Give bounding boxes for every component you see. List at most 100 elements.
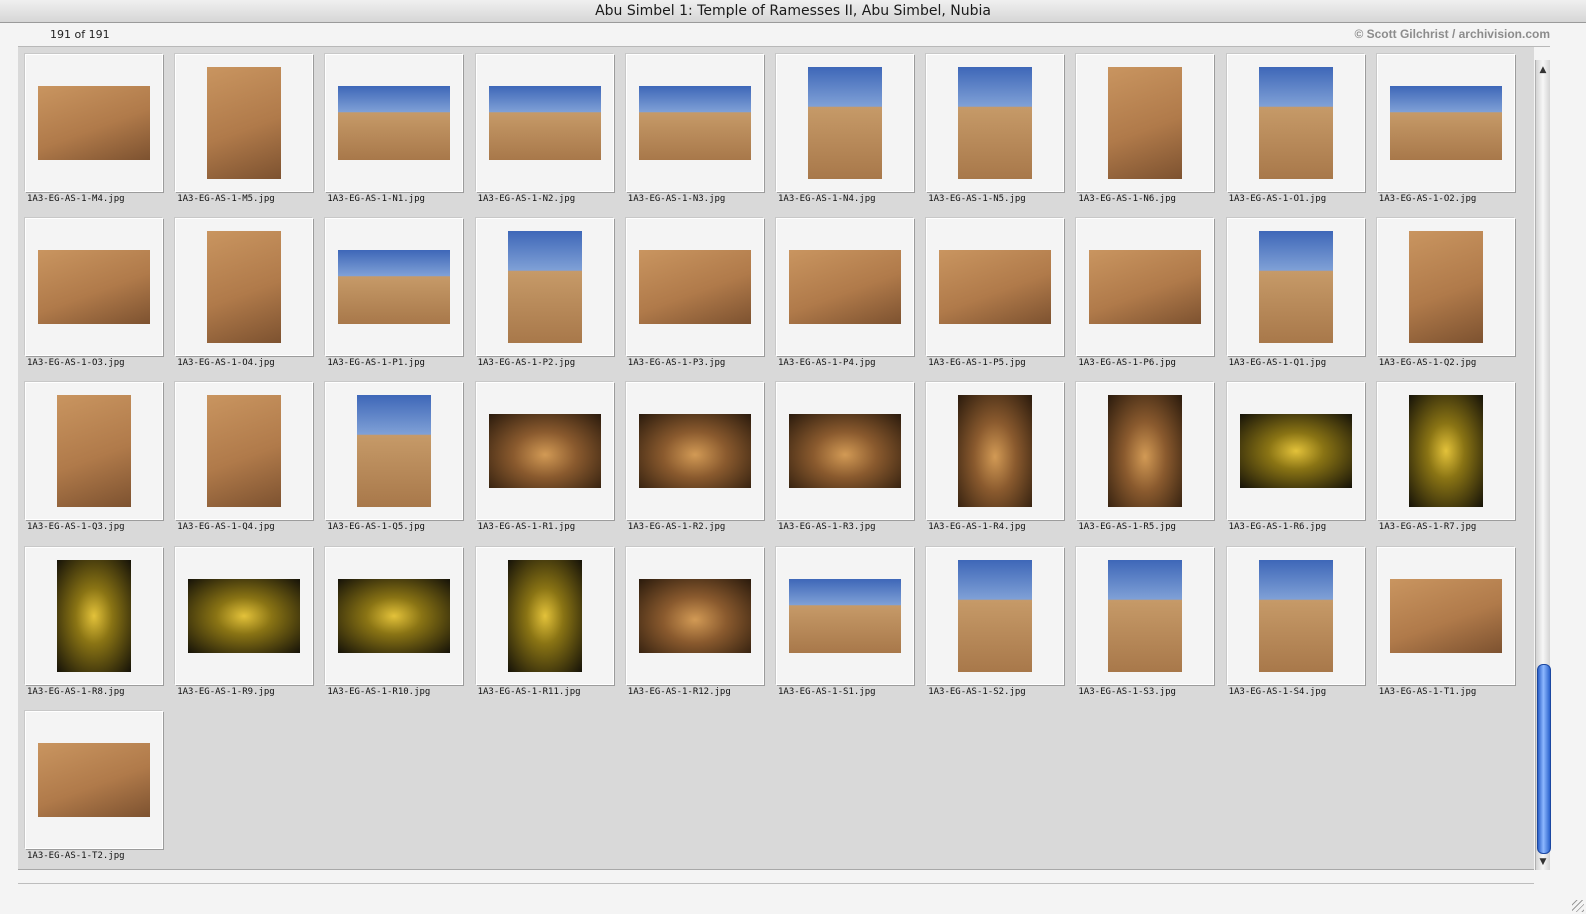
thumbnail-frame[interactable]	[475, 546, 614, 685]
thumbnail-image[interactable]	[1239, 414, 1352, 489]
thumbnail-item[interactable]: 1A3-EG-AS-1-O2.jpg	[1371, 48, 1521, 212]
thumbnail-frame[interactable]	[175, 546, 314, 685]
thumbnail-item[interactable]: 1A3-EG-AS-1-R11.jpg	[470, 541, 620, 705]
thumbnail-image[interactable]	[638, 86, 751, 160]
thumbnail-image[interactable]	[638, 414, 751, 489]
thumbnail-image[interactable]	[207, 395, 282, 508]
thumbnail-item[interactable]: 1A3-EG-AS-1-R6.jpg	[1221, 376, 1371, 540]
thumbnail-item[interactable]: 1A3-EG-AS-1-M5.jpg	[169, 48, 319, 212]
thumbnail-frame[interactable]	[1376, 218, 1515, 357]
thumbnail-image[interactable]	[38, 250, 150, 325]
thumbnail-image[interactable]	[939, 250, 1052, 325]
thumbnail-image[interactable]	[1408, 231, 1483, 344]
resize-grip-icon[interactable]	[1572, 900, 1584, 912]
thumbnail-frame[interactable]	[475, 382, 614, 521]
thumbnail-frame[interactable]	[25, 382, 163, 521]
thumbnail-item[interactable]: 1A3-EG-AS-1-S4.jpg	[1221, 541, 1371, 705]
thumbnail-frame[interactable]	[325, 546, 464, 685]
thumbnail-frame[interactable]	[175, 54, 314, 192]
thumbnail-frame[interactable]	[1076, 382, 1215, 521]
thumbnail-image[interactable]	[488, 414, 601, 489]
thumbnail-item[interactable]: 1A3-EG-AS-1-O3.jpg	[19, 212, 169, 376]
thumbnail-image[interactable]	[958, 395, 1033, 508]
thumbnail-image[interactable]	[1258, 67, 1333, 179]
thumbnail-item[interactable]: 1A3-EG-AS-1-O1.jpg	[1221, 48, 1371, 212]
thumbnail-image[interactable]	[1389, 578, 1502, 653]
thumbnail-frame[interactable]	[926, 382, 1065, 521]
thumbnail-item[interactable]: 1A3-EG-AS-1-R10.jpg	[319, 541, 469, 705]
thumbnail-frame[interactable]	[1076, 218, 1215, 357]
thumbnail-frame[interactable]	[926, 546, 1065, 685]
thumbnail-item[interactable]: 1A3-EG-AS-1-N1.jpg	[319, 48, 469, 212]
thumbnail-item[interactable]: 1A3-EG-AS-1-S3.jpg	[1070, 541, 1220, 705]
thumbnail-image[interactable]	[1108, 67, 1183, 179]
thumbnail-frame[interactable]	[1226, 54, 1365, 192]
thumbnail-item[interactable]: 1A3-EG-AS-1-R8.jpg	[19, 541, 169, 705]
thumbnail-frame[interactable]	[1376, 546, 1515, 685]
thumbnail-frame[interactable]	[25, 546, 163, 685]
thumbnail-item[interactable]: 1A3-EG-AS-1-R7.jpg	[1371, 376, 1521, 540]
thumbnail-frame[interactable]	[1076, 54, 1215, 192]
thumbnail-frame[interactable]	[325, 218, 464, 357]
thumbnail-frame[interactable]	[926, 218, 1065, 357]
thumbnail-frame[interactable]	[625, 382, 764, 521]
thumbnail-item[interactable]: 1A3-EG-AS-1-R2.jpg	[620, 376, 770, 540]
thumbnail-image[interactable]	[1089, 250, 1202, 325]
thumbnail-image[interactable]	[207, 67, 282, 179]
thumbnail-item[interactable]: 1A3-EG-AS-1-Q4.jpg	[169, 376, 319, 540]
thumbnail-item[interactable]: 1A3-EG-AS-1-P1.jpg	[319, 212, 469, 376]
thumbnail-item[interactable]: 1A3-EG-AS-1-P3.jpg	[620, 212, 770, 376]
thumbnail-frame[interactable]	[25, 54, 163, 192]
thumbnail-item[interactable]: 1A3-EG-AS-1-Q2.jpg	[1371, 212, 1521, 376]
thumbnail-image[interactable]	[958, 559, 1033, 672]
thumbnail-image[interactable]	[507, 559, 582, 672]
thumbnail-image[interactable]	[38, 742, 150, 817]
thumbnail-image[interactable]	[808, 67, 882, 179]
thumbnail-item[interactable]: 1A3-EG-AS-1-N6.jpg	[1070, 48, 1220, 212]
thumbnail-frame[interactable]	[776, 54, 914, 192]
thumbnail-frame[interactable]	[475, 218, 614, 357]
thumbnail-item[interactable]: 1A3-EG-AS-1-R4.jpg	[920, 376, 1070, 540]
thumbnail-frame[interactable]	[325, 382, 464, 521]
thumbnail-image[interactable]	[958, 67, 1033, 179]
thumbnail-image[interactable]	[338, 250, 451, 325]
thumbnail-frame[interactable]	[1226, 546, 1365, 685]
thumbnail-image[interactable]	[338, 578, 451, 653]
thumbnail-frame[interactable]	[25, 218, 163, 357]
thumbnail-item[interactable]: 1A3-EG-AS-1-Q3.jpg	[19, 376, 169, 540]
thumbnail-image[interactable]	[789, 578, 901, 653]
thumbnail-frame[interactable]	[1076, 546, 1215, 685]
thumbnail-frame[interactable]	[175, 218, 314, 357]
scroll-thumb[interactable]	[1537, 664, 1551, 854]
scroll-down-icon[interactable]: ▼	[1536, 856, 1550, 868]
thumbnail-frame[interactable]	[1376, 54, 1515, 192]
thumbnail-image[interactable]	[1389, 86, 1502, 160]
thumbnail-image[interactable]	[488, 86, 601, 160]
thumbnail-frame[interactable]	[625, 218, 764, 357]
thumbnail-item[interactable]: 1A3-EG-AS-1-R1.jpg	[470, 376, 620, 540]
thumbnail-item[interactable]: 1A3-EG-AS-1-T1.jpg	[1371, 541, 1521, 705]
thumbnail-frame[interactable]	[776, 218, 914, 357]
thumbnail-item[interactable]: 1A3-EG-AS-1-N2.jpg	[470, 48, 620, 212]
thumbnail-item[interactable]: 1A3-EG-AS-1-S2.jpg	[920, 541, 1070, 705]
thumbnail-image[interactable]	[507, 231, 582, 344]
thumbnail-image[interactable]	[789, 414, 901, 489]
thumbnail-item[interactable]: 1A3-EG-AS-1-M4.jpg	[19, 48, 169, 212]
thumbnail-image[interactable]	[638, 250, 751, 325]
thumbnail-item[interactable]: 1A3-EG-AS-1-S1.jpg	[770, 541, 920, 705]
vertical-scrollbar[interactable]: ▲ ▼	[1535, 60, 1551, 870]
thumbnail-item[interactable]: 1A3-EG-AS-1-P5.jpg	[920, 212, 1070, 376]
thumbnail-image[interactable]	[338, 86, 451, 160]
thumbnail-image[interactable]	[1258, 231, 1333, 344]
thumbnail-frame[interactable]	[175, 382, 314, 521]
thumbnail-image[interactable]	[1108, 395, 1183, 508]
thumbnail-frame[interactable]	[325, 54, 464, 192]
thumbnail-item[interactable]: 1A3-EG-AS-1-P6.jpg	[1070, 212, 1220, 376]
thumbnail-image[interactable]	[357, 395, 432, 508]
thumbnail-frame[interactable]	[25, 710, 163, 849]
thumbnail-frame[interactable]	[1226, 218, 1365, 357]
thumbnail-frame[interactable]	[1376, 382, 1515, 521]
thumbnail-image[interactable]	[38, 86, 150, 160]
thumbnail-frame[interactable]	[776, 546, 914, 685]
thumbnail-item[interactable]: 1A3-EG-AS-1-P4.jpg	[770, 212, 920, 376]
